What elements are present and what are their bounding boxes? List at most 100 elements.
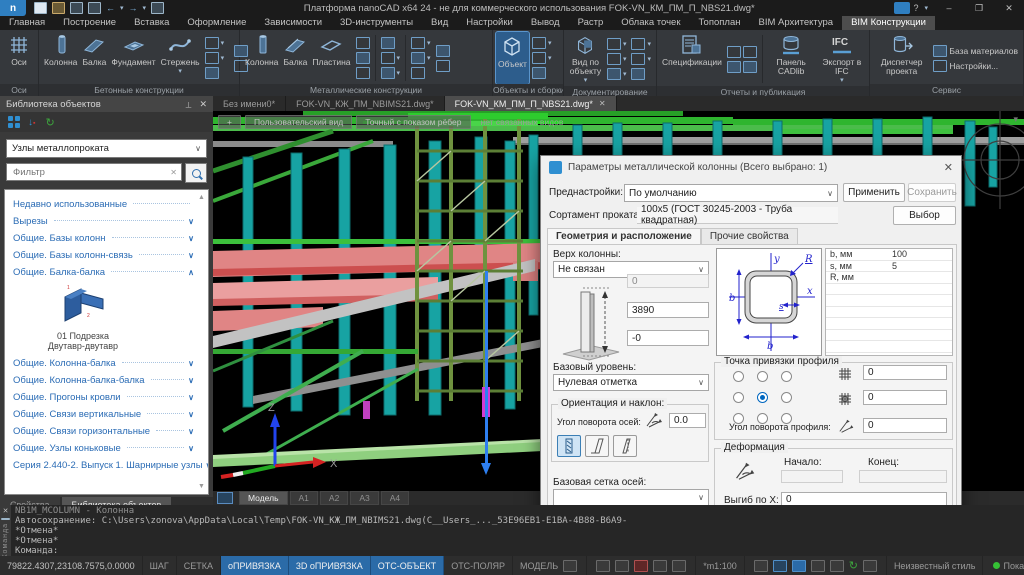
update-views-icon[interactable] <box>607 68 621 80</box>
doc-tab-km-active[interactable]: FOK-VN_КМ_ПМ_П_NBS21.dwg*✕ <box>445 96 617 111</box>
undo-dropdown-icon[interactable]: ▾ <box>120 4 124 12</box>
scroll-up-icon[interactable]: ▲ <box>198 194 205 201</box>
publish-report-icon[interactable] <box>743 46 757 58</box>
library-section-dropdown[interactable]: Узлы металлопроката ∨ <box>6 139 207 158</box>
tab-vyvod[interactable]: Вывод <box>522 16 569 30</box>
command-line-area[interactable]: ✕ Команда NB1M_MCOLUMN - Колонна Автосох… <box>0 505 1024 556</box>
list-item-roof-purlins[interactable]: Общие. Прогоны кровли∨ <box>13 389 194 406</box>
anchor-tool-icon[interactable] <box>356 37 370 49</box>
zoom-realtime-icon[interactable] <box>773 560 787 572</box>
anchor-radio-tr[interactable] <box>781 371 792 382</box>
new-file-icon[interactable] <box>34 2 47 14</box>
help-panel-icon[interactable] <box>894 2 910 14</box>
filter-field[interactable]: ✕ <box>6 163 182 181</box>
app-logo-icon[interactable]: n <box>0 0 26 16</box>
tab-3d-instrumenty[interactable]: 3D-инструменты <box>331 16 422 30</box>
list-item-column-base-brace[interactable]: Общие. Базы колонн-связь∨ <box>13 247 194 264</box>
redo-dropdown-icon[interactable]: ▾ <box>143 4 147 12</box>
viewport-menu-chevron-icon[interactable]: ▾ <box>1013 114 1018 125</box>
expand-icon[interactable]: ∨ <box>188 410 194 419</box>
tab-bim-konstruktsii[interactable]: BIM Конструкции <box>842 16 935 30</box>
list-item-column-beam-beam[interactable]: Общие. Колонна-балка-балка∨ <box>13 372 194 389</box>
section-view-icon[interactable] <box>607 38 621 50</box>
layout-tab-model[interactable]: Модель <box>239 491 288 505</box>
filter-input[interactable] <box>11 166 170 179</box>
expand-icon[interactable]: ∨ <box>188 234 194 243</box>
axes-angle-field[interactable]: 0.0 <box>669 413 706 428</box>
help-dropdown-icon[interactable]: ▾ <box>924 4 928 12</box>
close-button[interactable]: ✕ <box>994 0 1024 16</box>
anchor-radio-tl[interactable] <box>733 371 744 382</box>
steel-beam-button[interactable]: Балка <box>281 32 309 84</box>
zoom-extents-icon[interactable] <box>811 560 825 572</box>
expand-icon[interactable]: ∨ <box>188 251 194 260</box>
object-button[interactable]: Объект <box>496 32 529 84</box>
concrete-column-button[interactable]: Колонна <box>42 32 79 84</box>
tab-geometry[interactable]: Геометрия и расположение <box>547 228 701 244</box>
save-all-icon[interactable] <box>88 2 101 14</box>
add-viewport-button[interactable]: + <box>218 115 241 129</box>
concrete-rod-button[interactable]: Стержень ▾ <box>159 32 202 84</box>
materials-base-button[interactable]: База материалов <box>933 45 1018 57</box>
ifc-export-button[interactable]: IFC Экспорт в IFC ▾ <box>818 32 866 86</box>
print-icon[interactable] <box>151 2 164 14</box>
project-dispatcher-button[interactable]: Диспетчер проекта <box>873 32 930 84</box>
cadlib-panel-button[interactable]: Панель CADlib <box>766 32 817 86</box>
monitor-icon[interactable] <box>863 560 877 572</box>
layout-tab-a2[interactable]: A2 <box>320 491 348 505</box>
insert-object-tool-icon[interactable] <box>532 67 546 79</box>
axes-button[interactable]: Оси <box>5 32 33 84</box>
list-item-cuts[interactable]: Вырезы∨ <box>13 213 194 230</box>
command-history[interactable]: NB1M_MCOLUMN - Колонна Автосохранение: C… <box>11 505 1024 556</box>
current-style-label[interactable]: Неизвестный стиль <box>887 556 984 575</box>
assortment-select-button[interactable]: Выбор <box>893 206 956 225</box>
toggle-osnap[interactable]: оПРИВЯЗКА <box>221 556 289 575</box>
detail-view-icon[interactable] <box>607 53 621 65</box>
toggle-otrack-polar[interactable]: ОТС-ПОЛЯР <box>444 556 513 575</box>
annotation-scale[interactable]: *m1:100 <box>696 556 745 575</box>
record-icon[interactable] <box>634 560 648 572</box>
settings-button[interactable]: Настройки... <box>933 60 998 72</box>
expand-icon[interactable]: ∨ <box>188 359 194 368</box>
layout-tab-a3[interactable]: A3 <box>350 491 378 505</box>
library-thumbnail-item[interactable]: 12 01 Подрезка Двутавр-двутавр <box>13 281 143 355</box>
anchor-radio-tc[interactable] <box>757 371 768 382</box>
profile-angle-field[interactable]: 0 <box>863 418 947 433</box>
library-category-list[interactable]: Недавно использованные Вырезы∨ Общие. Ба… <box>4 189 209 495</box>
purlin-tool-icon[interactable] <box>411 67 425 79</box>
toggle-3d-osnap[interactable]: 3D оПРИВЯЗКА <box>289 556 371 575</box>
insert-object-icon[interactable]: ↓▪ <box>28 117 35 128</box>
bottom-offset-field[interactable]: -0 <box>627 330 709 346</box>
clear-filter-icon[interactable]: ✕ <box>170 168 177 177</box>
zoom-window-icon[interactable] <box>792 560 806 572</box>
layout-list-icon[interactable] <box>217 492 233 504</box>
tab-vstavka[interactable]: Вставка <box>125 16 178 30</box>
anchor-radio-mr[interactable] <box>781 392 792 403</box>
visual-style-button[interactable]: Точный с показом рёбер <box>356 115 470 129</box>
twin-profile-tool-icon[interactable] <box>436 45 450 57</box>
view-by-object-button[interactable]: Вид по объекту ▾ <box>567 32 604 86</box>
open-file-icon[interactable] <box>52 2 65 14</box>
list-item-beam-beam[interactable]: Общие. Балка-балка∧ <box>13 264 194 281</box>
edit-view-icon[interactable] <box>631 68 645 80</box>
lightbulb-icon[interactable] <box>615 560 629 572</box>
tab-zavisimosti[interactable]: Зависимости <box>255 16 331 30</box>
splice-tool-icon[interactable] <box>411 37 425 49</box>
roof-tool-icon[interactable] <box>356 52 370 64</box>
concrete-foundation-button[interactable]: Фундамент <box>109 32 157 84</box>
tab-rastr[interactable]: Растр <box>569 16 613 30</box>
list-item-ridge-nodes[interactable]: Общие. Узлы коньковые∨ <box>13 440 194 457</box>
expand-icon[interactable]: ∨ <box>206 461 209 470</box>
assembly-tool-icon[interactable] <box>532 37 546 49</box>
bolt-tool-icon[interactable] <box>356 67 370 79</box>
expand-icon[interactable]: ∨ <box>188 376 194 385</box>
list-item-column-beam[interactable]: Общие. Колонна-балка∨ <box>13 355 194 372</box>
restore-button[interactable]: ❐ <box>964 0 994 16</box>
specifications-button[interactable]: Спецификации <box>660 32 724 86</box>
help-button[interactable]: ? <box>913 3 918 13</box>
expand-icon[interactable]: ∨ <box>188 444 194 453</box>
steel-plate-button[interactable]: Пластина <box>310 32 352 84</box>
expand-icon[interactable]: ∨ <box>188 217 194 226</box>
sync-icon[interactable]: ↻ <box>849 559 858 572</box>
view-mode-icon[interactable] <box>8 116 20 128</box>
